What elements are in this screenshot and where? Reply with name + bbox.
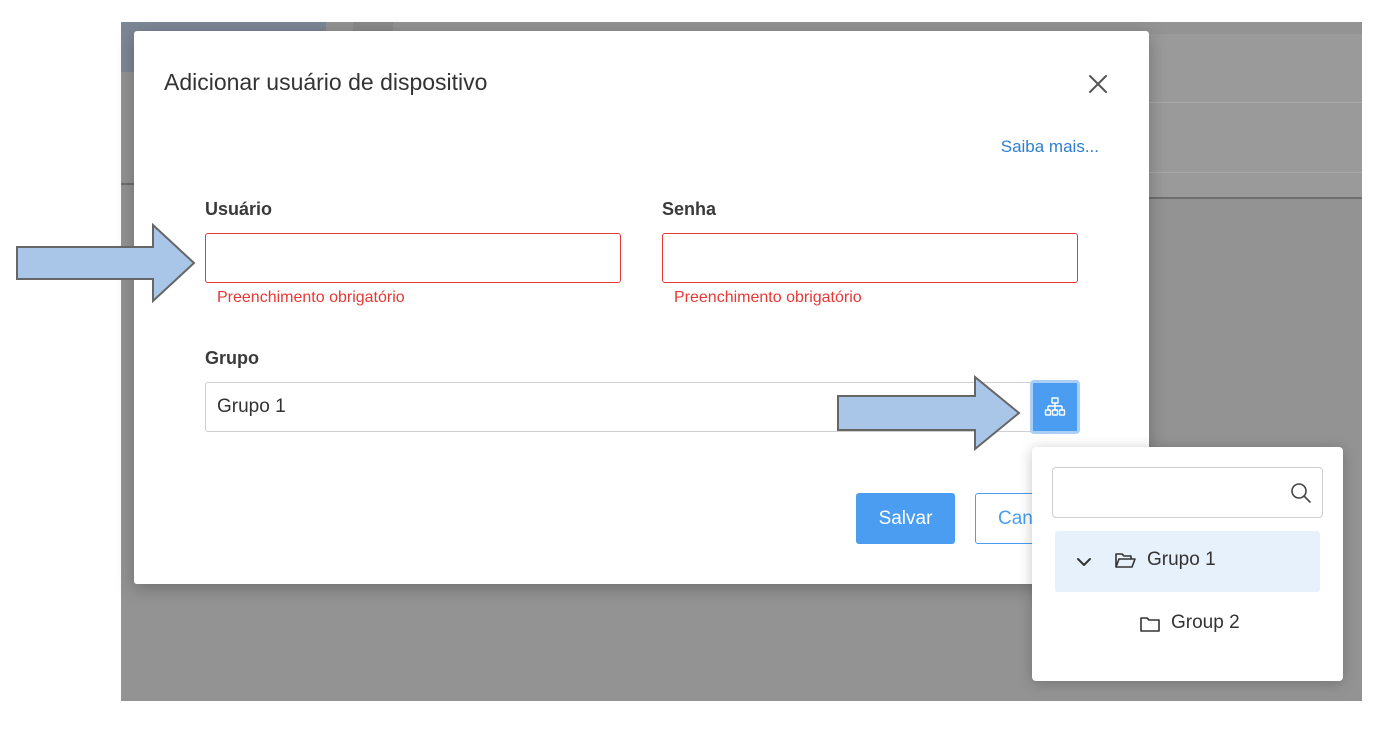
background-divider	[121, 183, 135, 185]
tree-node-label: Group 2	[1171, 612, 1240, 633]
dialog-title: Adicionar usuário de dispositivo	[164, 69, 488, 95]
save-button[interactable]: Salvar	[856, 493, 955, 544]
tree-node-label: Grupo 1	[1147, 549, 1216, 570]
tree-node-grupo-1[interactable]: Grupo 1	[1055, 531, 1320, 592]
username-error: Preenchimento obrigatório	[217, 289, 405, 306]
username-label: Usuário	[205, 199, 273, 219]
group-search-box[interactable]	[1052, 467, 1323, 518]
username-input[interactable]	[205, 233, 621, 283]
group-field-value: Grupo 1	[217, 396, 286, 417]
folder-icon	[1140, 617, 1160, 632]
background-divider	[1148, 197, 1362, 199]
background-panel-divider	[1148, 172, 1362, 173]
close-button[interactable]	[1086, 72, 1110, 96]
annotation-arrow-icon	[837, 375, 1021, 451]
background-panel	[1148, 34, 1362, 199]
group-search-input[interactable]	[1053, 468, 1303, 517]
password-input[interactable]	[662, 233, 1078, 283]
learn-more-link[interactable]: Saiba mais...	[1001, 137, 1099, 157]
add-device-user-dialog: Adicionar usuário de dispositivo Saiba m…	[134, 31, 1149, 584]
hierarchy-icon	[1044, 397, 1066, 416]
password-label: Senha	[662, 199, 717, 219]
group-tree-button[interactable]	[1030, 380, 1080, 434]
close-icon	[1089, 75, 1107, 93]
group-tree-dropdown: Grupo 1 Group 2	[1032, 447, 1343, 681]
chevron-down-icon[interactable]	[1075, 553, 1093, 571]
annotation-arrow-icon	[16, 223, 196, 303]
background-panel-divider	[1148, 102, 1362, 103]
folder-open-icon	[1115, 553, 1136, 568]
password-error: Preenchimento obrigatório	[674, 289, 862, 306]
search-icon	[1291, 483, 1311, 503]
group-label: Grupo	[205, 348, 259, 368]
tree-node-group-2[interactable]: Group 2	[1055, 594, 1320, 654]
